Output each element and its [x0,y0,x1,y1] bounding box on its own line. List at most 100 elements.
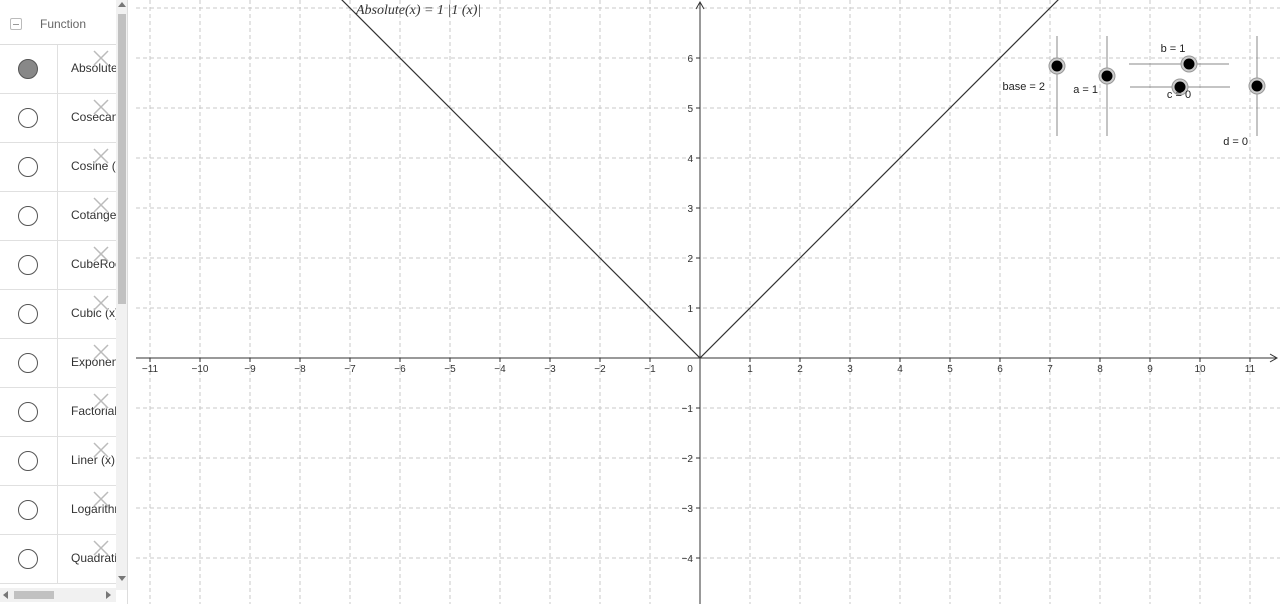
origin-label: 0 [687,364,693,375]
sidebar-title: Function [40,17,87,31]
divider [57,94,58,143]
x-tick-label: 5 [947,364,953,375]
function-item[interactable]: Cubic (x) [0,290,116,339]
delete-icon[interactable] [92,49,110,67]
divider [57,339,58,388]
x-tick-label: −11 [142,364,159,375]
y-tick-label: 3 [687,204,693,215]
x-tick-label: −8 [294,364,306,375]
x-tick-label: −7 [344,364,356,375]
radio-button[interactable] [18,108,38,128]
x-tick-label: 8 [1097,364,1103,375]
divider [57,388,58,437]
x-tick-label: −6 [394,364,406,375]
x-tick-label: −2 [594,364,606,375]
divider [57,143,58,192]
slider-label-b: b = 1 [1161,43,1186,55]
delete-icon[interactable] [92,539,110,557]
y-tick-label: 2 [687,254,693,265]
y-tick-label: −2 [682,454,694,465]
slider-knob[interactable] [1251,80,1263,92]
x-tick-label: −5 [444,364,456,375]
radio-button[interactable] [18,304,38,324]
radio-button[interactable] [18,402,38,422]
x-tick-label: 10 [1194,364,1206,375]
delete-icon[interactable] [92,441,110,459]
delete-icon[interactable] [92,294,110,312]
function-item[interactable]: Factorial [0,388,116,437]
delete-icon[interactable] [92,343,110,361]
divider [57,437,58,486]
x-tick-label: −4 [494,364,506,375]
scroll-right-icon[interactable] [106,591,111,599]
divider [57,241,58,290]
x-tick-label: −1 [644,364,656,375]
slider-label-a: a = 1 [1073,84,1098,96]
function-sidebar: Function AbsoluteCosecantCosine (x)Cotan… [0,0,128,604]
divider [57,535,58,584]
graphing-canvas[interactable]: −11 −10 −9 −8 −7 −6 −5 −4 −3 −2 −1 1 2 3 4 5 6 7 8 9 10 11012… [136,0,1280,604]
delete-icon[interactable] [92,490,110,508]
radio-button[interactable] [18,451,38,471]
divider [57,486,58,535]
slider-label-d: d = 0 [1223,136,1248,148]
x-tick-label: 6 [997,364,1003,375]
function-item[interactable]: Liner (x) [0,437,116,486]
function-item[interactable]: Quadratic [0,535,116,584]
y-tick-label: 6 [687,54,693,65]
x-tick-label: −9 [244,364,256,375]
y-tick-label: 1 [687,304,693,315]
scroll-down-icon[interactable] [118,576,126,581]
divider [57,290,58,339]
y-tick-label: 5 [687,104,693,115]
sidebar-header: Function [0,0,116,45]
horizontal-scrollbar[interactable] [0,588,116,602]
radio-button[interactable] [18,206,38,226]
collapse-icon[interactable] [10,18,22,30]
slider-knob[interactable] [1051,60,1063,72]
radio-button[interactable] [18,549,38,569]
function-item[interactable]: Exponential [0,339,116,388]
slider-label-c: c = 0 [1167,89,1191,101]
x-tick-label: 3 [847,364,853,375]
slider-label-base: base = 2 [1002,81,1045,93]
delete-icon[interactable] [92,98,110,116]
x-tick-label: 4 [897,364,903,375]
slider-knob[interactable] [1183,58,1195,70]
function-item[interactable]: Absolute [0,45,116,94]
radio-button[interactable] [18,500,38,520]
scroll-left-icon[interactable] [3,591,8,599]
x-tick-label: −3 [544,364,556,375]
function-item[interactable]: Logarithm [0,486,116,535]
delete-icon[interactable] [92,147,110,165]
slider-knob[interactable] [1101,70,1113,82]
x-tick-label: 2 [797,364,803,375]
vertical-scroll-thumb[interactable] [118,14,126,304]
scroll-up-icon[interactable] [118,2,126,7]
function-item[interactable]: Cotangent [0,192,116,241]
x-tick-label: 1 [747,364,753,375]
delete-icon[interactable] [92,245,110,263]
delete-icon[interactable] [92,392,110,410]
divider [57,45,58,94]
radio-button[interactable] [18,255,38,275]
function-label: Absolute(x) = 1 |1 (x)| [355,3,481,18]
divider [57,192,58,241]
radio-button[interactable] [18,59,38,79]
y-tick-label: 4 [687,154,693,165]
vertical-scrollbar[interactable] [116,0,127,590]
horizontal-scroll-thumb[interactable] [14,591,54,599]
y-tick-label: −1 [682,404,694,415]
x-tick-label: 11 [1245,364,1256,375]
function-item[interactable]: CubeRoot [0,241,116,290]
x-tick-label: 9 [1147,364,1153,375]
x-tick-label: 7 [1047,364,1053,375]
delete-icon[interactable] [92,196,110,214]
function-item[interactable]: Cosine (x) [0,143,116,192]
function-item[interactable]: Cosecant [0,94,116,143]
radio-button[interactable] [18,157,38,177]
radio-button[interactable] [18,353,38,373]
x-tick-label: −10 [192,364,209,375]
y-tick-label: −3 [682,504,694,515]
y-tick-label: −4 [682,554,694,565]
